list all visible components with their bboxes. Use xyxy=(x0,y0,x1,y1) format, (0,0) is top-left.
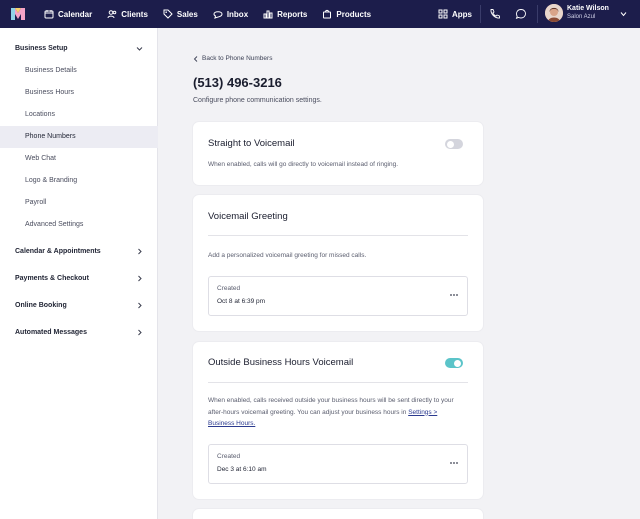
outside-hours-toggle[interactable] xyxy=(445,358,463,368)
sidebar-section-business-setup[interactable]: Business Setup xyxy=(15,45,68,52)
logo-icon xyxy=(11,8,25,20)
sidebar-section-payments-checkout[interactable]: Payments & Checkout xyxy=(15,275,89,282)
nav-apps[interactable]: Apps xyxy=(438,0,472,28)
tag-icon xyxy=(163,9,173,19)
card-description: When enabled, calls received outside you… xyxy=(208,395,458,430)
chevron-right-icon[interactable] xyxy=(136,248,143,255)
avatar-photo-icon xyxy=(545,4,563,22)
chevron-down-icon[interactable] xyxy=(136,45,143,52)
straight-to-voicemail-toggle[interactable] xyxy=(445,139,463,149)
greeting-entry: Created Oct 8 at 6:39 pm xyxy=(208,276,468,316)
sidebar-section-calendar-appointments[interactable]: Calendar & Appointments xyxy=(15,248,101,255)
user-name: Katie Wilson xyxy=(567,5,609,12)
chevron-down-icon[interactable] xyxy=(620,11,627,17)
created-date: Dec 3 at 6:10 am xyxy=(217,466,267,473)
chevron-right-icon[interactable] xyxy=(136,275,143,282)
nav-products-label: Products xyxy=(336,9,372,19)
chevron-right-icon[interactable] xyxy=(136,329,143,336)
grid-icon xyxy=(438,9,448,19)
nav-products[interactable]: Products xyxy=(322,0,371,28)
back-link-label: Back to Phone Numbers xyxy=(202,55,273,62)
more-options-icon[interactable] xyxy=(449,461,459,465)
nav-sales[interactable]: Sales xyxy=(163,0,198,28)
outside-hours-voicemail-card: Outside Business Hours Voicemail When en… xyxy=(193,342,483,499)
voicemail-greeting-card: Voicemail Greeting Add a personalized vo… xyxy=(193,195,483,331)
avatar xyxy=(545,4,563,22)
chevron-right-icon[interactable] xyxy=(136,302,143,309)
inbox-icon xyxy=(213,11,223,19)
card-divider xyxy=(208,382,468,383)
phone-icon[interactable] xyxy=(489,8,501,20)
straight-to-voicemail-card: Straight to Voicemail When enabled, call… xyxy=(193,122,483,185)
calendar-icon xyxy=(44,10,54,19)
sidebar-item-phone-numbers[interactable]: Phone Numbers xyxy=(0,126,158,148)
nav-reports[interactable]: Reports xyxy=(263,0,307,28)
nav-divider xyxy=(537,5,538,23)
card-divider xyxy=(208,235,468,236)
sidebar-section-automated-messages[interactable]: Automated Messages xyxy=(15,329,87,336)
card-description: When enabled, calls will go directly to … xyxy=(208,161,399,168)
created-label: Created xyxy=(217,453,241,460)
nav-calendar[interactable]: Calendar xyxy=(44,0,92,28)
page-subtitle: Configure phone communication settings. xyxy=(193,97,322,104)
nav-divider xyxy=(480,5,481,23)
created-label: Created xyxy=(217,285,241,292)
brand-logo[interactable] xyxy=(4,0,32,28)
page-title: (513) 496-3216 xyxy=(193,75,282,90)
sidebar-item-advanced-settings[interactable]: Advanced Settings xyxy=(0,214,158,236)
chevron-left-icon xyxy=(193,55,198,62)
nav-apps-label: Apps xyxy=(452,9,472,19)
sidebar-section-online-booking[interactable]: Online Booking xyxy=(15,302,67,309)
sidebar-item-business-hours[interactable]: Business Hours xyxy=(0,82,158,104)
next-settings-card xyxy=(193,509,483,519)
bag-icon xyxy=(323,9,332,19)
nav-reports-label: Reports xyxy=(277,9,308,19)
sidebar-item-payroll[interactable]: Payroll xyxy=(0,192,158,214)
after-hours-entry: Created Dec 3 at 6:10 am xyxy=(208,444,468,484)
nav-inbox[interactable]: Inbox xyxy=(213,0,248,28)
clients-icon xyxy=(107,10,117,19)
sidebar-item-web-chat[interactable]: Web Chat xyxy=(0,148,158,170)
sidebar-item-locations[interactable]: Locations xyxy=(0,104,158,126)
bar-chart-icon xyxy=(263,10,273,19)
user-salon: Salon Azul xyxy=(567,14,596,20)
card-title: Straight to Voicemail xyxy=(208,138,295,149)
settings-sidebar: Business Setup Business Details Business… xyxy=(0,28,158,519)
card-title: Outside Business Hours Voicemail xyxy=(208,357,354,368)
chat-icon[interactable] xyxy=(515,8,527,20)
nav-calendar-label: Calendar xyxy=(58,9,93,19)
nav-sales-label: Sales xyxy=(176,9,198,19)
nav-clients[interactable]: Clients xyxy=(107,0,148,28)
created-date: Oct 8 at 6:39 pm xyxy=(217,298,266,305)
sidebar-item-business-details[interactable]: Business Details xyxy=(0,60,158,82)
card-title: Voicemail Greeting xyxy=(208,211,288,222)
nav-clients-label: Clients xyxy=(121,9,148,19)
back-link[interactable]: Back to Phone Numbers xyxy=(193,55,272,62)
more-options-icon[interactable] xyxy=(449,293,459,297)
user-menu[interactable]: Katie Wilson Salon Azul xyxy=(545,4,609,22)
top-nav: Calendar Clients Sales Inbox Reports Pro… xyxy=(0,0,640,28)
card-description: Add a personalized voicemail greeting fo… xyxy=(208,252,367,259)
sidebar-item-logo-branding[interactable]: Logo & Branding xyxy=(0,170,158,192)
nav-inbox-label: Inbox xyxy=(226,9,249,19)
